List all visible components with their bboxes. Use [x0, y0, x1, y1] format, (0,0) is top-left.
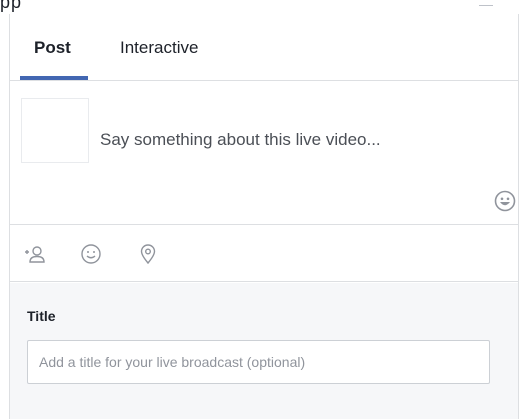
live-post-composer: pp Post Interactive Say something about …	[0, 0, 519, 419]
active-tab-indicator	[20, 76, 88, 80]
tab-post[interactable]: Post	[34, 38, 71, 58]
broadcast-title-input[interactable]	[27, 340, 490, 384]
cutoff-text: pp	[0, 0, 23, 12]
feeling-icon[interactable]	[80, 243, 102, 265]
tag-people-icon[interactable]	[24, 243, 46, 265]
close-icon[interactable]	[479, 0, 493, 6]
composer-actions	[10, 226, 518, 282]
top-cutoff-area: pp	[0, 0, 519, 14]
post-composer: Say something about this live video...	[10, 82, 518, 225]
post-text-input[interactable]: Say something about this live video...	[100, 130, 500, 150]
avatar	[21, 98, 89, 163]
emoji-icon[interactable]	[494, 190, 516, 212]
composer-panel: Post Interactive Say something about thi…	[9, 14, 519, 419]
title-label: Title	[27, 308, 56, 324]
title-section: Title	[10, 283, 518, 419]
location-pin-icon[interactable]	[137, 243, 159, 265]
tab-bar: Post Interactive	[10, 14, 518, 81]
tab-interactive[interactable]: Interactive	[120, 38, 198, 58]
